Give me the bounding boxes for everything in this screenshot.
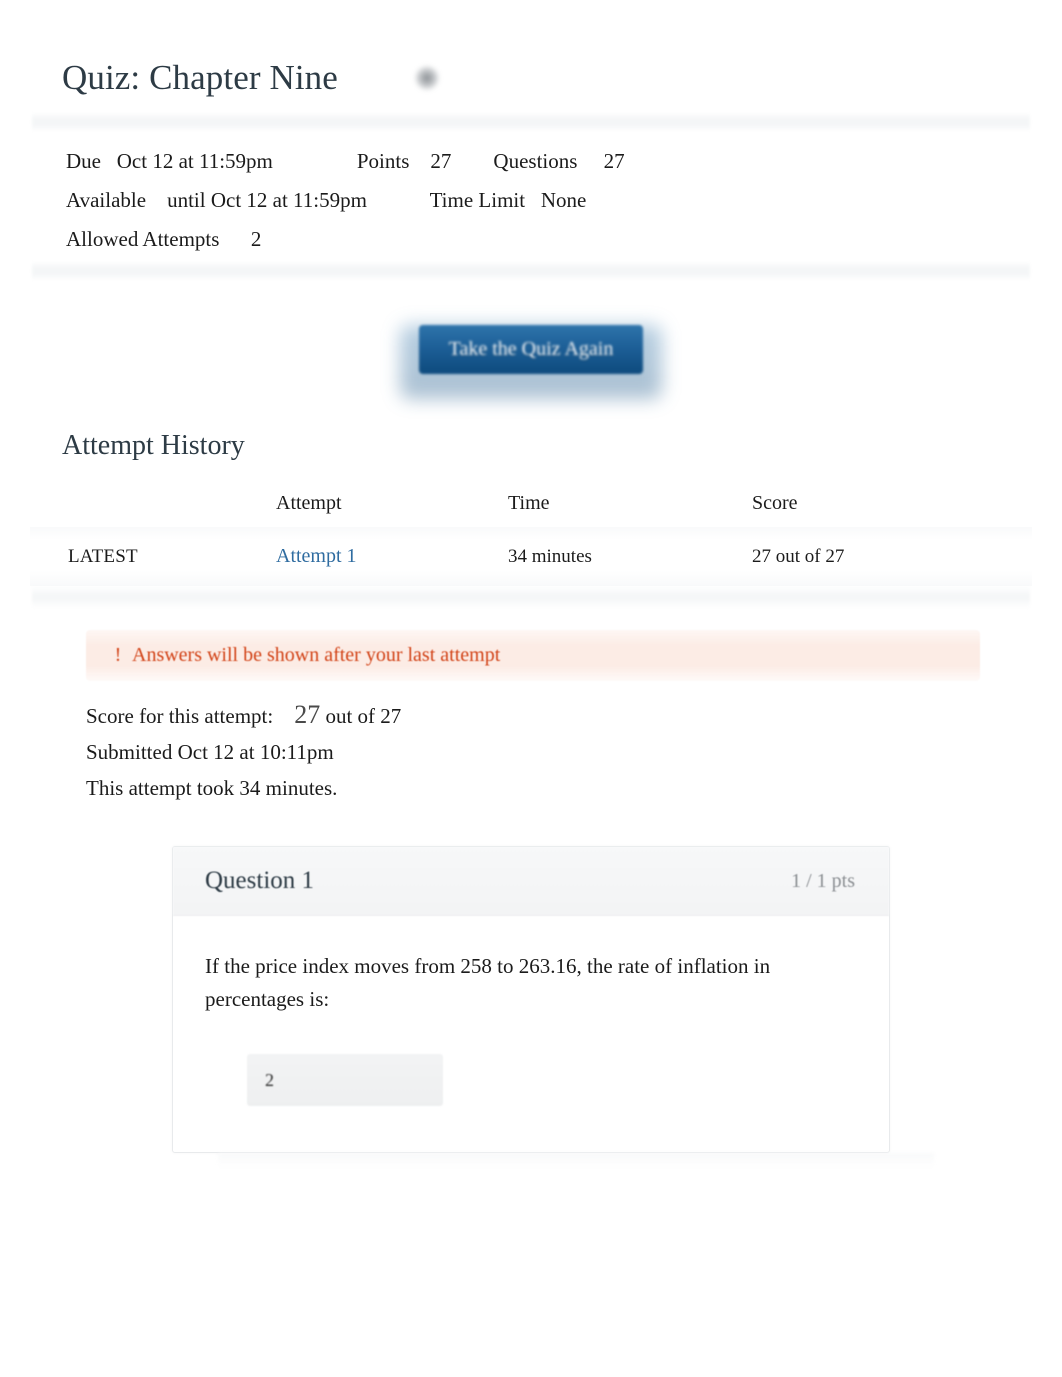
quiz-results-page: Quiz: Chapter Nine Due Oct 12 at 11:59pm… (0, 0, 1062, 1377)
questions-value: 27 (603, 149, 625, 174)
card-bottom-wrap (172, 1153, 980, 1170)
page-title: Quiz: Chapter Nine (62, 58, 338, 97)
points-label: Points (356, 149, 410, 174)
attempt-score-cell: 27 out of 27 (752, 527, 1032, 587)
table-header-row: Attempt Time Score (30, 488, 1032, 527)
column-header-score: Score (752, 492, 798, 515)
available-value: until Oct 12 at 11:59pm (167, 188, 367, 213)
alert-message: Answers will be shown after your last at… (132, 644, 501, 667)
attempt-results: ! Answers will be shown after your last … (30, 630, 1032, 1170)
answer-row: 2 (205, 1054, 855, 1107)
question-name: Question 1 (205, 867, 315, 895)
quiz-actions: Take the Quiz Again (30, 281, 1032, 400)
time-limit-label: Time Limit (429, 188, 526, 213)
answers-hidden-alert: ! Answers will be shown after your last … (86, 630, 980, 682)
duration-line: This attempt took 34 minutes. (86, 776, 338, 801)
question-card-body: If the price index moves from 258 to 263… (173, 916, 889, 1152)
quiz-meta-row-due: Due Oct 12 at 11:59pm Points 27 Question… (66, 142, 1032, 181)
published-check-icon (413, 65, 440, 92)
column-header-blank (30, 488, 276, 527)
quiz-meta-row-attempts: Allowed Attempts 2 (66, 220, 1032, 259)
header-divider (32, 112, 1030, 133)
column-header-attempt: Attempt (276, 492, 342, 515)
submitted-line: Submitted Oct 12 at 10:11pm (86, 740, 334, 765)
take-quiz-again-button[interactable]: Take the Quiz Again (418, 325, 644, 375)
score-suffix: out of 27 (325, 704, 402, 729)
exclamation-icon: ! (114, 644, 122, 667)
answer-value: 2 (265, 1069, 274, 1090)
question-text: If the price index moves from 258 to 263… (205, 954, 771, 1012)
quiz-meta: Due Oct 12 at 11:59pm Points 27 Question… (30, 132, 1032, 261)
due-label: Due (66, 149, 101, 174)
time-limit-value: None (540, 188, 587, 213)
attempt-summary: Score for this attempt: 27 out of 27 Sub… (86, 681, 980, 806)
score-label: Score for this attempt: (86, 704, 274, 729)
table-footer-divider (32, 586, 1030, 609)
column-header-time: Time (508, 492, 550, 515)
due-value: Oct 12 at 11:59pm (116, 149, 273, 174)
quiz-meta-row-available: Available until Oct 12 at 11:59pm Time L… (66, 181, 1032, 220)
attempt-history-table: Attempt Time Score LATEST Attempt 1 34 m… (30, 488, 1032, 587)
question-card: Question 1 1 / 1 pts If the price index … (172, 846, 890, 1154)
allowed-attempts-label: Allowed Attempts (66, 227, 220, 252)
attempt-history-title: Attempt History (62, 430, 245, 462)
attempt-time-cell: 34 minutes (508, 527, 752, 587)
question-points: 1 / 1 pts (791, 869, 855, 892)
available-label: Available (66, 188, 147, 213)
answer-input[interactable]: 2 (247, 1054, 443, 1107)
attempt-latest-badge: LATEST (30, 527, 276, 587)
attempt-1-link[interactable]: Attempt 1 (276, 545, 357, 567)
score-for-attempt-line: Score for this attempt: 27 out of 27 (86, 697, 980, 734)
question-card-header: Question 1 1 / 1 pts (173, 847, 889, 917)
questions-label: Questions (493, 149, 578, 174)
allowed-attempts-value: 2 (250, 227, 262, 252)
meta-divider (32, 261, 1030, 282)
score-value: 27 (294, 700, 321, 730)
page-header: Quiz: Chapter Nine (30, 0, 1032, 112)
card-bottom-divider (218, 1153, 934, 1170)
table-row: LATEST Attempt 1 34 minutes 27 out of 27 (30, 527, 1032, 587)
points-value: 27 (430, 149, 452, 174)
attempt-link-cell: Attempt 1 (276, 527, 508, 587)
latest-label: LATEST (68, 545, 138, 567)
